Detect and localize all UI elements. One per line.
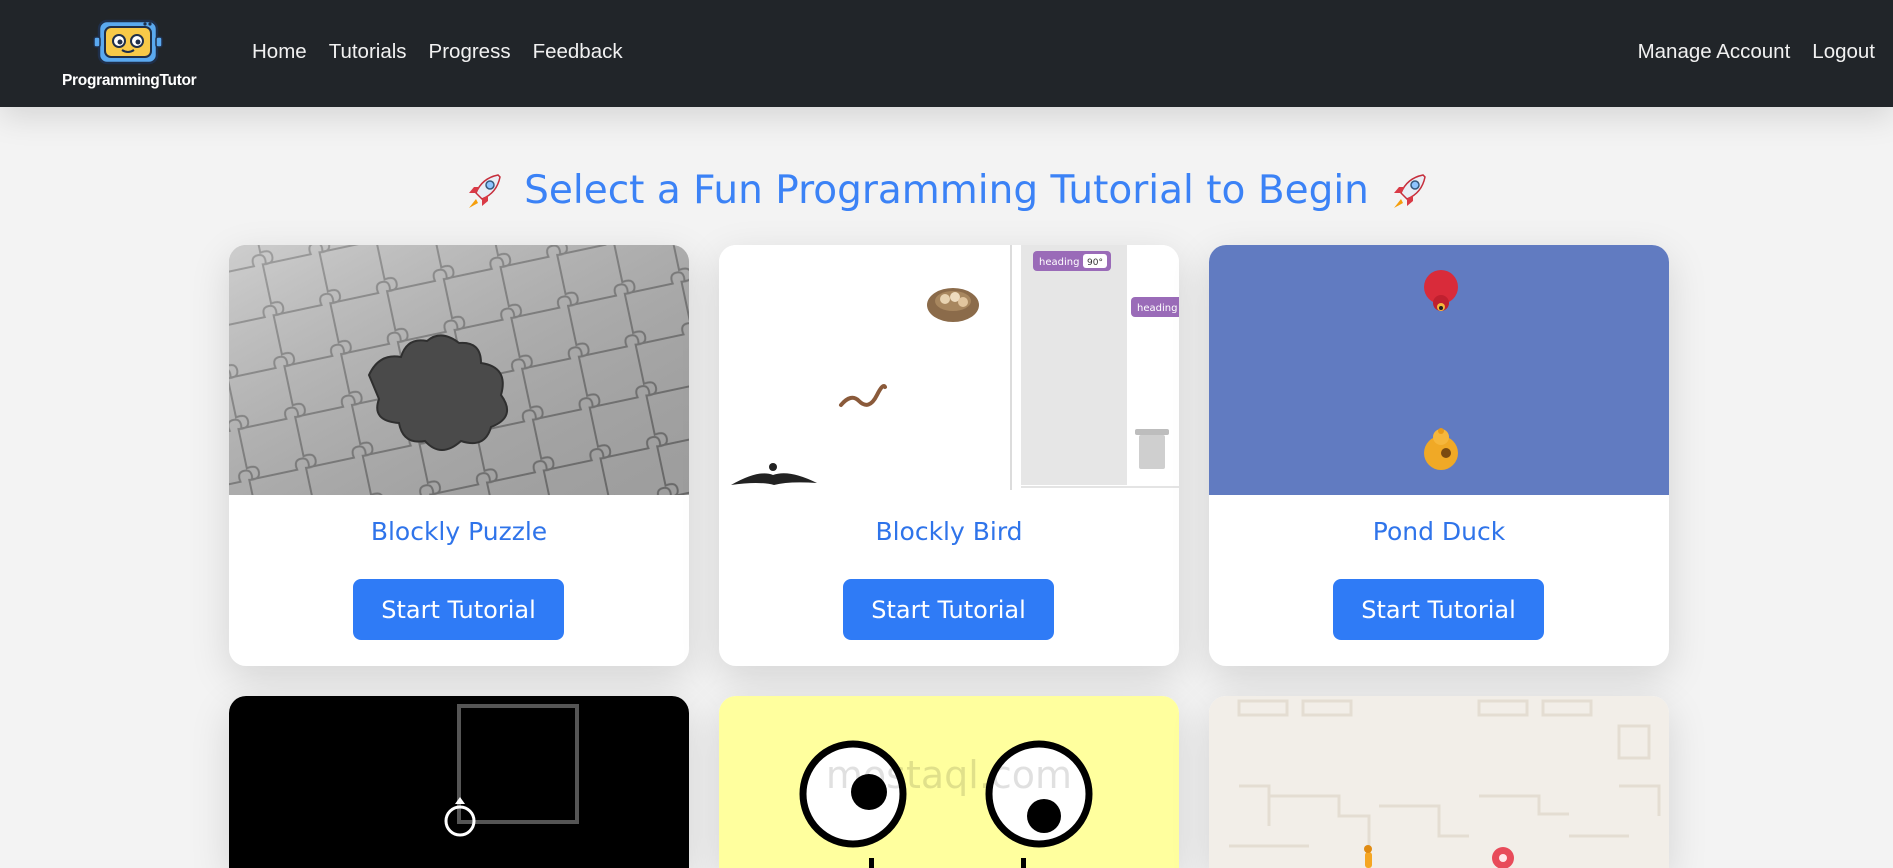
top-navbar: ProgrammingTutor Home Tutorials Progress… (0, 0, 1893, 107)
start-tutorial-button[interactable]: Start Tutorial (353, 579, 564, 640)
robot-monitor-icon (93, 17, 163, 69)
maze-preview-image (1209, 696, 1669, 868)
tutorial-card-6 (1209, 696, 1669, 868)
turtle-preview-image (229, 696, 689, 868)
block-label: heading (1039, 257, 1079, 268)
page-heading: Select a Fun Programming Tutorial to Beg… (0, 168, 1893, 223)
nav-account-links: Manage Account Logout (1638, 40, 1875, 64)
tutorial-card-blockly-puzzle: Blockly Puzzle Start Tutorial (229, 245, 689, 666)
tutorial-card-blockly-bird: heading 90° heading Blockly Bird Start T… (719, 245, 1179, 666)
red-duck-icon (1424, 270, 1458, 311)
puzzle-preview-image (229, 245, 689, 495)
card-title: Pond Duck (1372, 517, 1506, 546)
start-tutorial-button[interactable]: Start Tutorial (1333, 579, 1544, 640)
card-title: Blockly Bird (875, 517, 1023, 546)
tutorial-card-5: mostaql.com (719, 696, 1179, 868)
nest-icon (927, 288, 979, 322)
brand-name: ProgrammingTutor (62, 72, 197, 89)
nav-manage-account[interactable]: Manage Account (1638, 40, 1791, 64)
nav-logout[interactable]: Logout (1812, 40, 1875, 64)
nav-links: Home Tutorials Progress Feedback (252, 40, 623, 64)
nav-progress[interactable]: Progress (429, 40, 511, 64)
rocket-icon (1393, 173, 1426, 208)
watermark-text: mostaql.com (826, 753, 1072, 797)
page-title: Select a Fun Programming Tutorial to Beg… (524, 168, 1369, 213)
yellow-duck-icon (1424, 428, 1458, 470)
nav-home[interactable]: Home (252, 40, 307, 64)
goal-marker-icon (1492, 847, 1514, 868)
rocket-icon (469, 173, 501, 208)
brand[interactable]: ProgrammingTutor (62, 17, 197, 90)
eyes-preview-image: mostaql.com (719, 696, 1179, 868)
tutorial-card-pond-duck: Pond Duck Start Tutorial (1209, 245, 1669, 666)
bird-preview-image: heading 90° heading (719, 245, 1179, 495)
card-title: Blockly Puzzle (370, 517, 548, 546)
code-block[interactable]: heading 90° (1033, 251, 1111, 271)
nav-feedback[interactable]: Feedback (533, 40, 623, 64)
block-value: 90° (1087, 258, 1103, 268)
start-tutorial-button[interactable]: Start Tutorial (843, 579, 1054, 640)
block-label: heading (1137, 303, 1177, 314)
code-block[interactable]: heading (1131, 297, 1179, 317)
trash-icon[interactable] (1135, 429, 1169, 469)
pegman-icon (1364, 845, 1372, 868)
tutorial-card-4 (229, 696, 689, 868)
nav-tutorials[interactable]: Tutorials (329, 40, 407, 64)
pond-preview-image (1209, 245, 1669, 495)
